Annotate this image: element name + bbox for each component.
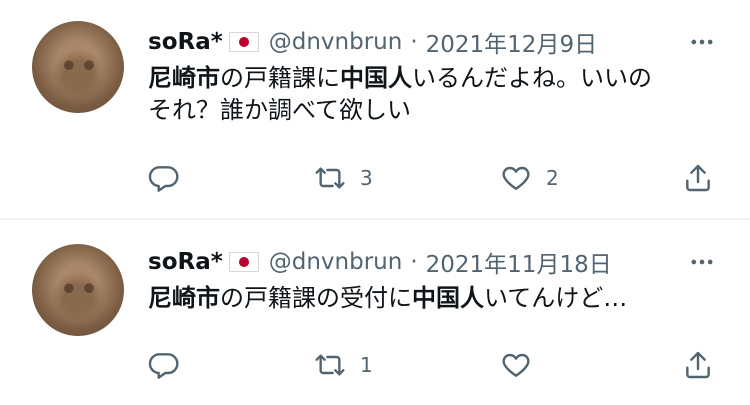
like-count: 2 [546, 166, 559, 190]
text-bold: 尼崎市 [148, 64, 220, 92]
text-segment: それ？誰か調べて欲しい [148, 96, 412, 124]
reply-button[interactable] [148, 345, 180, 385]
separator: · [410, 29, 418, 55]
heart-icon [502, 166, 530, 190]
author-handle[interactable]: @dnvnbrun [269, 29, 403, 55]
reply-icon [148, 353, 179, 379]
text-bold: 尼崎市 [148, 284, 220, 312]
heart-icon [502, 353, 530, 377]
share-icon [686, 351, 710, 379]
author-name[interactable]: soRa* [148, 249, 223, 275]
tweet[interactable]: soRa* @dnvnbrun · 2021年11月18日 尼崎市の戸籍課の受付… [0, 220, 750, 405]
tweet-header: soRa* @dnvnbrun · 2021年12月9日 [148, 24, 597, 60]
text-bold: 中国人 [340, 64, 412, 92]
avatar[interactable] [32, 244, 124, 336]
retweet-count: 3 [360, 166, 373, 190]
separator: · [410, 249, 418, 275]
japan-flag-icon [228, 32, 259, 52]
tweet[interactable]: soRa* @dnvnbrun · 2021年12月9日 尼崎市の戸籍課に中国人… [0, 0, 750, 218]
retweet-icon [315, 167, 345, 189]
tweet-header: soRa* @dnvnbrun · 2021年11月18日 [148, 244, 612, 280]
share-button[interactable] [682, 345, 714, 385]
tweet-text: 尼崎市の戸籍課の受付に中国人いてんけど… [148, 282, 708, 314]
retweet-count: 1 [360, 353, 373, 377]
text-segment: の戸籍課の受付に [220, 284, 412, 312]
like-button[interactable]: 2 [500, 158, 559, 198]
tweet-date[interactable]: 2021年11月18日 [426, 245, 612, 279]
text-segment: いるんだよね。いいの [412, 64, 652, 92]
retweet-button[interactable]: 1 [314, 345, 373, 385]
retweet-icon [315, 354, 345, 376]
tweet-date[interactable]: 2021年12月9日 [426, 25, 597, 59]
more-horizontal-icon[interactable] [684, 244, 720, 280]
share-button[interactable] [682, 158, 714, 198]
share-icon [686, 164, 710, 192]
text-bold: 中国人 [412, 284, 484, 312]
author-handle[interactable]: @dnvnbrun [269, 249, 403, 275]
retweet-button[interactable]: 3 [314, 158, 373, 198]
text-segment: の戸籍課に [220, 64, 340, 92]
text-segment: いてんけど… [484, 284, 628, 312]
author-name[interactable]: soRa* [148, 29, 223, 55]
action-bar: 3 2 [0, 158, 750, 198]
reply-icon [148, 166, 179, 192]
like-button[interactable] [500, 345, 546, 385]
japan-flag-icon [228, 252, 259, 272]
avatar[interactable] [32, 21, 124, 113]
more-horizontal-icon[interactable] [684, 24, 720, 60]
tweet-text: 尼崎市の戸籍課に中国人いるんだよね。いいの それ？誰か調べて欲しい [148, 62, 708, 126]
action-bar: 1 [0, 345, 750, 385]
reply-button[interactable] [148, 158, 180, 198]
